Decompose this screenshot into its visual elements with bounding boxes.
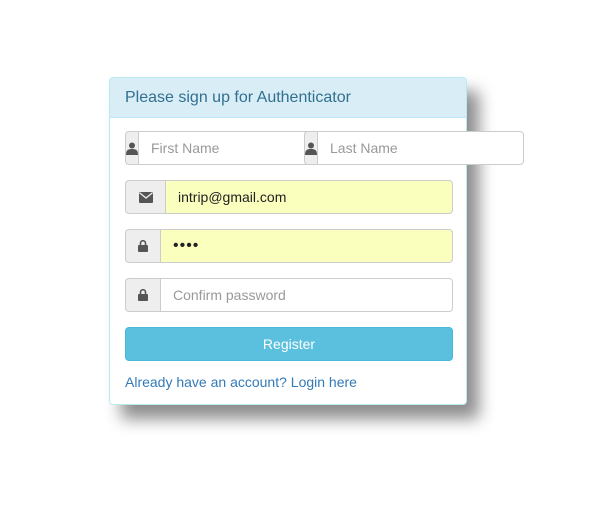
confirm-password-input[interactable] (160, 278, 453, 312)
email-group (125, 180, 453, 214)
first-name-group (125, 131, 345, 165)
lock-icon (125, 229, 160, 263)
signup-panel: Please sign up for Authenticator First N… (109, 77, 524, 405)
user-icon (304, 131, 317, 165)
password-input[interactable] (160, 229, 453, 263)
user-icon (125, 131, 138, 165)
envelope-icon (125, 180, 165, 214)
lock-icon (125, 278, 160, 312)
login-link[interactable]: Already have an account? Login here (125, 374, 357, 390)
password-group (125, 229, 453, 263)
panel-heading: Please sign up for Authenticator (110, 78, 466, 118)
register-button[interactable]: Register (125, 327, 453, 361)
last-name-group (304, 131, 524, 165)
confirm-password-group (125, 278, 453, 312)
panel-title: Please sign up for Authenticator (125, 88, 351, 106)
email-input[interactable] (165, 180, 453, 214)
last-name-input[interactable] (317, 131, 524, 165)
